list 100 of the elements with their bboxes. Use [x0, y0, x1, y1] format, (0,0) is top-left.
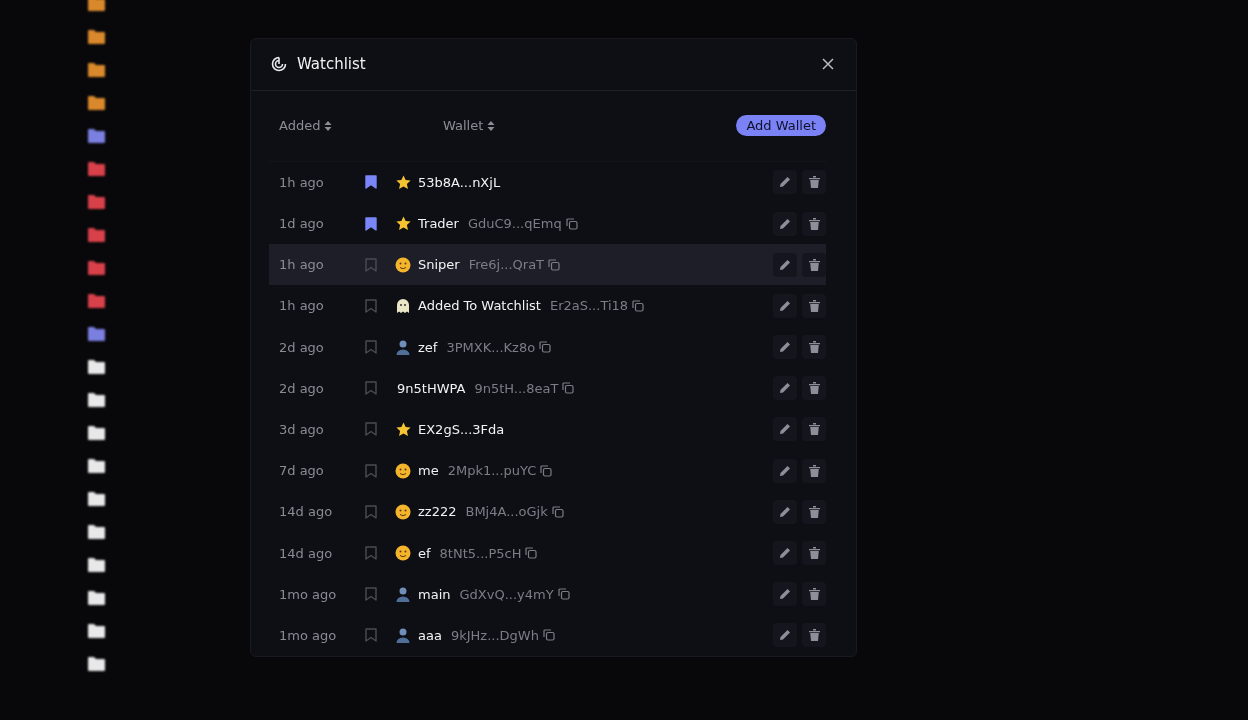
added-time: 1h ago: [279, 298, 325, 314]
added-time: 1mo ago: [279, 586, 338, 602]
trash-icon: [808, 341, 820, 354]
pencil-icon: [779, 258, 791, 271]
pencil-icon: [779, 217, 791, 230]
wallet-name: Trader: [418, 216, 459, 232]
copy-icon[interactable]: [551, 505, 564, 518]
delete-button[interactable]: [802, 211, 826, 236]
delete-button[interactable]: [802, 293, 826, 318]
radar-icon: [271, 56, 287, 73]
delete-button[interactable]: [802, 170, 826, 195]
wallet-address: 3PMXK...Kz8o: [446, 339, 536, 355]
wallet-name: 53b8A...nXjL: [418, 174, 501, 190]
wallet-address: Er2aS...Ti18: [549, 298, 629, 314]
pencil-icon: [779, 505, 791, 518]
wallet-name: main: [418, 586, 451, 602]
bookmark-icon[interactable]: [365, 216, 377, 231]
column-header[interactable]: Added: [279, 118, 443, 134]
trash-icon: [808, 505, 820, 518]
copy-icon[interactable]: [542, 629, 555, 642]
face-icon: [395, 256, 411, 273]
trash-icon: [808, 217, 820, 230]
copy-icon[interactable]: [540, 464, 553, 477]
added-time: 14d ago: [279, 504, 334, 520]
edit-button[interactable]: [773, 376, 797, 401]
added-time: 14d ago: [279, 545, 334, 561]
edit-button[interactable]: [773, 252, 797, 277]
trash-icon: [808, 464, 820, 477]
delete-button[interactable]: [802, 541, 826, 566]
trash-icon: [808, 176, 820, 189]
pencil-icon: [779, 423, 791, 436]
wallet-name: ef: [418, 545, 431, 561]
edit-button[interactable]: [773, 541, 797, 566]
delete-button[interactable]: [802, 376, 826, 401]
star-icon: [395, 215, 412, 233]
edit-button[interactable]: [773, 499, 797, 524]
delete-button[interactable]: [802, 335, 826, 360]
add-wallet-button[interactable]: Add Wallet: [736, 115, 826, 137]
wallet-address: GdXvQ...y4mY: [459, 586, 554, 602]
wallet-address: BMj4A...oGjk: [465, 504, 548, 520]
delete-button[interactable]: [802, 582, 826, 607]
wallet-name: me: [418, 463, 439, 479]
copy-icon[interactable]: [562, 382, 575, 395]
edit-button[interactable]: [773, 211, 797, 236]
wallet-name: 9n5tHWPA: [397, 380, 466, 396]
delete-button[interactable]: [802, 252, 826, 277]
added-time: 1h ago: [279, 257, 325, 273]
pencil-icon: [779, 547, 791, 560]
pencil-icon: [779, 299, 791, 312]
trash-icon: [808, 423, 820, 436]
delete-button[interactable]: [802, 458, 826, 483]
delete-button[interactable]: [802, 499, 826, 524]
delete-button[interactable]: [802, 623, 826, 648]
pencil-icon: [779, 464, 791, 477]
edit-button[interactable]: [773, 458, 797, 483]
wallet-address: 9kJHz...DgWh: [450, 627, 539, 643]
bookmark-icon[interactable]: [365, 175, 377, 190]
edit-button[interactable]: [773, 623, 797, 648]
column-header[interactable]: Wallet: [443, 118, 643, 134]
wallet-name: Sniper: [418, 257, 460, 273]
pencil-icon: [779, 588, 791, 601]
wallet-row[interactable]: 1h ago Sniper Fre6j...QraT: [269, 244, 826, 286]
copy-icon[interactable]: [539, 341, 552, 354]
added-time: 1d ago: [279, 216, 325, 232]
trash-icon: [808, 258, 820, 271]
trash-icon: [808, 299, 820, 312]
face-icon: [395, 462, 411, 479]
added-time: 1mo ago: [279, 627, 338, 643]
copy-icon[interactable]: [632, 299, 645, 312]
added-time: 1h ago: [279, 174, 325, 190]
copy-icon[interactable]: [525, 547, 538, 560]
wallet-address: 8tNt5...P5cH: [439, 545, 522, 561]
close-icon: [822, 58, 834, 71]
wallet-name: EX2gS...3Fda: [418, 421, 505, 437]
copy-icon[interactable]: [548, 258, 561, 271]
edit-button[interactable]: [773, 582, 797, 607]
edit-button[interactable]: [773, 170, 797, 195]
face-icon: [395, 503, 411, 520]
copy-icon[interactable]: [557, 588, 570, 601]
edit-button[interactable]: [773, 293, 797, 318]
copy-icon[interactable]: [565, 217, 578, 230]
star-icon: [395, 420, 412, 438]
added-time: 2d ago: [279, 380, 325, 396]
person-icon: [395, 627, 411, 644]
wallet-name: zef: [418, 339, 438, 355]
added-time: 3d ago: [279, 421, 325, 437]
edit-button[interactable]: [773, 417, 797, 442]
edit-button[interactable]: [773, 335, 797, 360]
wallet-name: aaa: [418, 627, 442, 643]
person-icon: [395, 339, 411, 356]
star-icon: [395, 173, 412, 191]
pencil-icon: [779, 176, 791, 189]
person-icon: [395, 586, 411, 603]
added-time: 2d ago: [279, 339, 325, 355]
delete-button[interactable]: [802, 417, 826, 442]
pencil-icon: [779, 341, 791, 354]
trash-icon: [808, 547, 820, 560]
wallet-address: GduC9...qEmq: [467, 216, 562, 232]
wallet-address: Fre6j...QraT: [468, 257, 545, 273]
dialog-title: Watchlist: [297, 55, 367, 74]
